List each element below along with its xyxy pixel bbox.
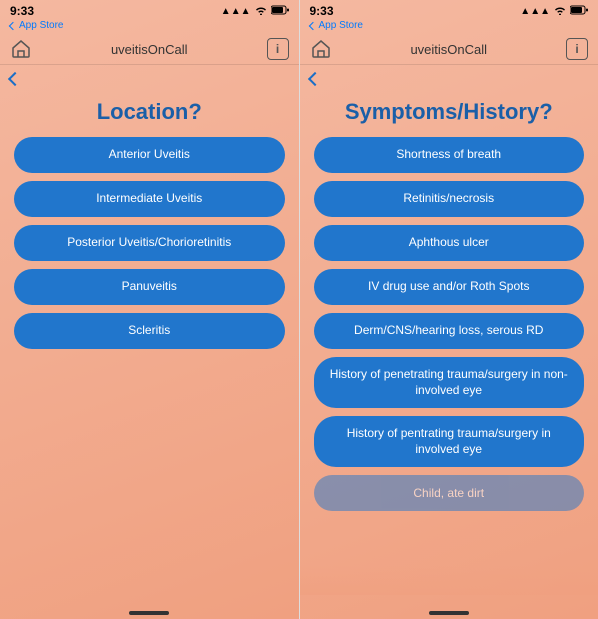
option-intermediate-uveitis[interactable]: Intermediate Uveitis [14,181,285,217]
back-chevron-right [307,72,321,86]
nav-title-left: uveitisOnCall [111,42,188,57]
option-history-pentrating-involved[interactable]: History of pentrating trauma/surgery in … [314,416,585,467]
nav-title-right: uveitisOnCall [410,42,487,57]
app-store-bar-left[interactable]: App Store [0,20,299,34]
info-icon-left[interactable]: i [267,38,289,60]
home-icon-right[interactable] [310,38,332,60]
appstore-chevron-left [9,21,17,29]
time-right: 9:33 [310,4,334,18]
home-indicator-left [0,605,299,619]
left-screen: 9:33 ▲▲▲ App Store uveitisOnCall i [0,0,299,619]
battery-icon-left [271,5,289,18]
option-scleritis[interactable]: Scleritis [14,313,285,349]
back-row-left [0,65,299,91]
home-bar-right [429,611,469,615]
battery-icon-right [570,5,588,18]
status-icons-left: ▲▲▲ [221,5,289,18]
time-left: 9:33 [10,4,34,18]
back-button-left[interactable] [10,74,22,84]
option-anterior-uveitis[interactable]: Anterior Uveitis [14,137,285,173]
home-icon-left[interactable] [10,38,32,60]
nav-bar-right: uveitisOnCall i [300,34,598,65]
page-title-left: Location? [0,91,299,137]
option-history-penetrating-non-involved[interactable]: History of penetrating trauma/surgery in… [314,357,585,408]
options-list-left: Anterior Uveitis Intermediate Uveitis Po… [0,137,299,605]
back-chevron-left [8,72,22,86]
wifi-icon-left [254,5,268,18]
nav-bar-left: uveitisOnCall i [0,34,299,65]
info-icon-right[interactable]: i [566,38,588,60]
option-panuveitis[interactable]: Panuveitis [14,269,285,305]
page-title-right: Symptoms/History? [300,91,598,137]
right-screen: 9:33 ▲▲▲ App Store uveitisOnCall i [299,0,598,619]
app-store-bar-right[interactable]: App Store [300,20,598,34]
status-bar-right: 9:33 ▲▲▲ [300,0,598,20]
back-row-right [300,65,598,91]
status-icons-right: ▲▲▲ [520,5,588,18]
home-bar-left [129,611,169,615]
home-indicator-right [300,605,598,619]
wifi-icon-right [553,5,567,18]
status-bar-left: 9:33 ▲▲▲ [0,0,299,20]
appstore-chevron-right [308,21,316,29]
option-retinitis-necrosis[interactable]: Retinitis/necrosis [314,181,585,217]
app-store-label-right: App Store [319,20,363,31]
options-list-right: Shortness of breath Retinitis/necrosis A… [300,137,598,605]
app-store-label-left: App Store [19,20,63,31]
option-shortness-breath[interactable]: Shortness of breath [314,137,585,173]
back-button-right[interactable] [310,74,322,84]
option-derm-cns[interactable]: Derm/CNS/hearing loss, serous RD [314,313,585,349]
option-iv-drug-roth[interactable]: IV drug use and/or Roth Spots [314,269,585,305]
signal-icon-left: ▲▲▲ [221,6,251,17]
option-aphthous-ulcer[interactable]: Aphthous ulcer [314,225,585,261]
option-child-ate-dirt[interactable]: Child, ate dirt [314,475,585,511]
signal-icon-right: ▲▲▲ [520,6,550,17]
option-posterior-uveitis[interactable]: Posterior Uveitis/Chorioretinitis [14,225,285,261]
